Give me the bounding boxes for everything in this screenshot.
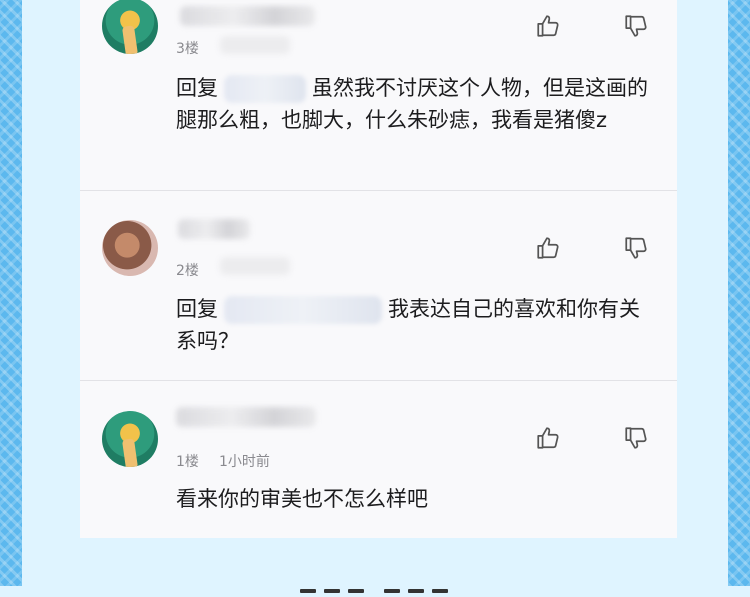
reply-target-blurred[interactable] (224, 296, 382, 324)
thumbs-up-icon[interactable] (535, 235, 561, 261)
right-decorative-border (728, 0, 750, 586)
reply-prefix: 回复 (176, 76, 218, 100)
floor-label: 3楼 (176, 41, 199, 57)
timestamp: 1小时前 (219, 454, 270, 470)
meta-blurred (220, 257, 290, 275)
avatar[interactable] (102, 220, 158, 276)
comment-text: 回复 虽然我不讨厌这个人物，但是这画的腿那么粗，也脚大，什么朱砂痣，我看是猪傻z (176, 72, 651, 136)
comment-item: 1楼 1小时前 看来你的审美也不怎么样吧 (80, 381, 677, 538)
avatar[interactable] (102, 411, 158, 467)
thumbs-down-icon[interactable] (623, 425, 649, 451)
left-decorative-border (0, 0, 22, 586)
avatar[interactable] (102, 0, 158, 54)
comment-body: 看来你的审美也不怎么样吧 (176, 487, 428, 511)
comment-item: 3楼 回复 虽然我不讨厌这个人物，但是这画的腿那么粗，也脚大，什么朱砂痣，我看是猪… (80, 0, 677, 190)
floor-label: 1楼 (176, 454, 199, 470)
thumbs-down-icon[interactable] (623, 235, 649, 261)
thumbs-up-icon[interactable] (535, 13, 561, 39)
meta-blurred (220, 36, 290, 54)
username-blurred[interactable] (180, 6, 315, 26)
comment-list-card: 3楼 回复 虽然我不讨厌这个人物，但是这画的腿那么粗，也脚大，什么朱砂痣，我看是猪… (80, 0, 677, 538)
username-blurred[interactable] (176, 407, 316, 427)
reply-target-blurred[interactable] (224, 75, 306, 103)
thumbs-up-icon[interactable] (535, 425, 561, 451)
floor-label: 2楼 (176, 263, 199, 279)
thumbs-down-icon[interactable] (623, 13, 649, 39)
comment-text: 回复 我表达自己的喜欢和你有关系吗？ (176, 293, 651, 357)
reply-prefix: 回复 (176, 297, 218, 321)
username-blurred[interactable] (178, 219, 250, 239)
comment-text: 看来你的审美也不怎么样吧 (176, 483, 651, 515)
more-indicator (300, 578, 460, 593)
comment-item: 2楼 回复 我表达自己的喜欢和你有关系吗？ (80, 191, 677, 381)
